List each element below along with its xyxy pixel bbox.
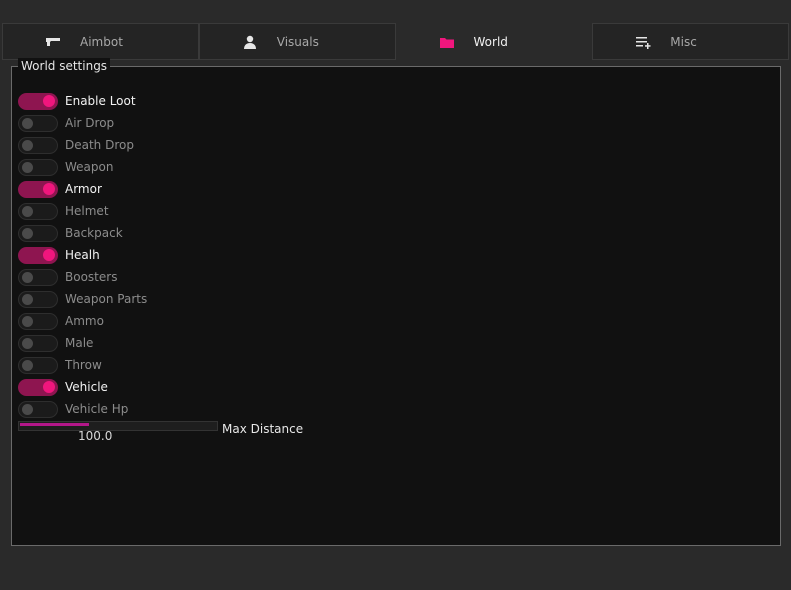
switch-knob [22,139,33,151]
switch[interactable] [18,356,58,374]
toggle-vehicle[interactable]: Vehicle [18,376,147,398]
person-icon [242,35,258,49]
switch-knob [43,95,55,107]
switch[interactable] [18,334,58,352]
switch[interactable] [18,158,58,176]
switch[interactable] [18,136,58,154]
tab-label: World [473,35,508,49]
toggle-label: Armor [65,182,102,196]
toggle-list: Enable Loot Air Drop Death Drop Weapon A… [18,90,147,420]
toggle-label: Male [65,336,94,350]
switch-knob [22,227,33,239]
tab-label: Visuals [276,35,319,49]
toggle-weapon-parts[interactable]: Weapon Parts [18,288,147,310]
switch-knob [43,381,55,393]
toggle-label: Vehicle Hp [65,402,129,416]
toggle-label: Ammo [65,314,104,328]
toggle-label: Weapon [65,160,114,174]
switch-knob [22,205,33,217]
switch[interactable] [18,180,58,198]
switch-knob [43,249,55,261]
panel-title: World settings [18,58,111,74]
toggle-health[interactable]: Healh [18,244,147,266]
toggle-label: Weapon Parts [65,292,148,306]
switch-knob [22,315,33,327]
switch[interactable] [18,378,58,396]
toggle-label: Death Drop [65,138,134,152]
switch-knob [43,183,55,195]
toggle-throw[interactable]: Throw [18,354,147,376]
toggle-backpack[interactable]: Backpack [18,222,147,244]
switch-knob [22,293,33,305]
switch-knob [22,359,33,371]
toggle-air-drop[interactable]: Air Drop [18,112,147,134]
switch[interactable] [18,114,58,132]
switch[interactable] [18,268,58,286]
toggle-label: Throw [65,358,102,372]
toggle-death-drop[interactable]: Death Drop [18,134,147,156]
slider-label: Max Distance [222,422,304,436]
toggle-weapon[interactable]: Weapon [18,156,147,178]
switch-knob [22,271,33,283]
tab-world[interactable]: World [395,23,593,60]
switch[interactable] [18,246,58,264]
toggle-label: Helmet [65,204,109,218]
max-distance-slider[interactable] [18,421,218,431]
switch-knob [22,403,33,415]
toggle-boosters[interactable]: Boosters [18,266,147,288]
switch-knob [22,161,33,173]
switch[interactable] [18,400,58,418]
switch-knob [22,337,33,349]
slider-value: 100.0 [78,429,113,443]
toggle-vehicle-hp[interactable]: Vehicle Hp [18,398,147,420]
toggle-label: Backpack [65,226,123,240]
toggle-label: Air Drop [65,116,115,130]
tab-visuals[interactable]: Visuals [198,23,396,60]
gun-icon [45,35,61,49]
tab-label: Aimbot [80,35,123,49]
toggle-ammo[interactable]: Ammo [18,310,147,332]
toggle-label: Healh [65,248,100,262]
list-add-icon [635,35,651,49]
switch[interactable] [18,312,58,330]
switch[interactable] [18,290,58,308]
toggle-label: Vehicle [65,380,108,394]
tab-aimbot[interactable]: Aimbot [2,23,199,60]
folder-icon [439,35,455,49]
slider-fill [20,423,89,426]
toggle-male[interactable]: Male [18,332,147,354]
switch-knob [22,117,33,129]
tab-label: Misc [670,35,697,49]
switch[interactable] [18,202,58,220]
tab-bar: Aimbot Visuals World Misc [2,23,789,60]
toggle-label: Boosters [65,270,118,284]
tab-misc[interactable]: Misc [592,23,789,60]
switch[interactable] [18,224,58,242]
toggle-label: Enable Loot [65,94,136,108]
toggle-enable-loot[interactable]: Enable Loot [18,90,147,112]
switch[interactable] [18,92,58,110]
toggle-helmet[interactable]: Helmet [18,200,147,222]
world-settings-panel: World settings Enable Loot Air Drop Deat… [11,58,781,546]
toggle-armor[interactable]: Armor [18,178,147,200]
